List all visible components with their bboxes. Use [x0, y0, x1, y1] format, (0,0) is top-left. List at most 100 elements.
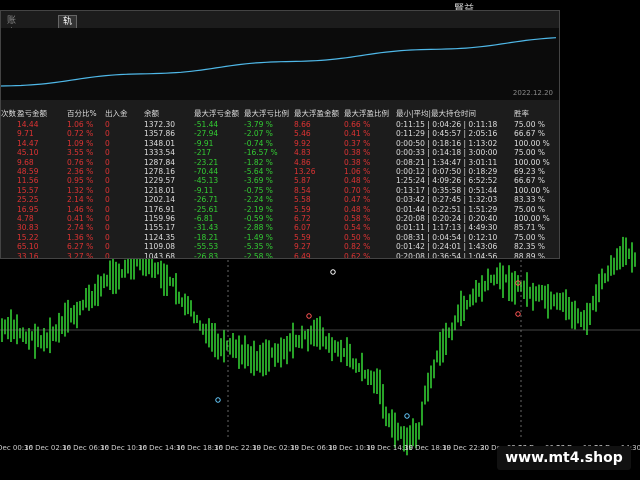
table-cell: 0:08:21 | 1:34:47 | 3:01:11 — [396, 157, 498, 167]
table-cell: 0:08:31 | 0:04:54 | 0:12:10 — [396, 232, 498, 242]
table-cell: -9.91 — [194, 138, 214, 148]
table-cell: 5.58 — [294, 195, 311, 205]
table-cell: -5.35 % — [244, 242, 273, 252]
table-cell: 1202.14 — [144, 195, 176, 205]
table-cell: 1333.54 — [144, 148, 176, 158]
table-cell: 1218.01 — [144, 185, 176, 195]
table-cell: 0 — [105, 157, 110, 167]
table-cell: 1:25:24 | 4:09:26 | 6:52:52 — [396, 176, 498, 186]
table-cell: 0:20:08 | 0:36:54 | 1:04:56 — [396, 251, 498, 259]
table-cell: 1109.08 — [144, 242, 176, 252]
table-cell: 4.83 — [294, 148, 311, 158]
table-cell: 1176.91 — [144, 204, 176, 214]
tab-track[interactable]: 轨迹 — [58, 15, 78, 39]
table-cell: 2.14 % — [67, 195, 94, 205]
table-cell: 0:13:17 | 0:35:58 | 0:51:44 — [396, 185, 498, 195]
table-cell: -27.94 — [194, 129, 219, 139]
table-header-4: 余额 — [144, 109, 159, 118]
table-cell: 8.66 — [294, 120, 311, 129]
table-cell: 0 — [105, 214, 110, 223]
table-cell: 1.32 % — [67, 185, 94, 195]
table-cell: 1124.35 — [144, 232, 176, 242]
table-cell: 1229.57 — [144, 176, 176, 186]
table-cell: 69.23 % — [514, 167, 545, 176]
trade-marker-icon[interactable] — [515, 311, 521, 317]
trade-marker-icon[interactable] — [306, 313, 312, 319]
table-cell: 9.27 — [294, 242, 311, 252]
trade-markers — [215, 269, 521, 419]
table-cell: 15.22 — [17, 232, 39, 242]
table-cell: -31.43 — [194, 223, 219, 233]
table-cell: 48.59 — [17, 167, 39, 176]
table-cell: 100.00 % — [514, 214, 550, 223]
table-cell: 0.38 % — [344, 148, 371, 158]
table-cell: 0 — [105, 251, 110, 259]
table-cell: 0.70 % — [344, 185, 371, 195]
curve-date-label: 2022.12.20 — [512, 89, 553, 97]
table-cell: 0:01:44 | 0:22:51 | 1:51:29 — [396, 204, 498, 214]
trade-marker-icon[interactable] — [215, 397, 221, 403]
table-cell: 0.58 % — [344, 214, 371, 223]
table-cell: -9.11 — [194, 185, 214, 195]
table-cell: 0.95 % — [67, 176, 94, 186]
table-cell: 6.72 — [294, 214, 311, 223]
table-cell: 0 — [105, 148, 110, 158]
table-cell: -16.57 % — [244, 148, 278, 158]
table-cell: -23.21 — [194, 157, 219, 167]
table-cell: 100.00 % — [514, 157, 550, 167]
table-cell: 0:00:50 | 0:18:16 | 1:13:02 — [396, 138, 498, 148]
table-cell: 0 — [105, 204, 110, 214]
table-header-7: 最大浮盈金额 — [294, 109, 339, 118]
table-header-0: 次数 — [1, 109, 16, 118]
table-cell: 11.56 — [17, 176, 39, 186]
stats-panel: 账户 轨迹 2022.12.20 次数盈亏金额百分比%出入金余额最大浮亏金额最大… — [0, 10, 560, 259]
table-cell: 0 — [105, 138, 110, 148]
table-cell: 25.25 — [17, 195, 39, 205]
tab-account[interactable]: 账户 — [3, 15, 20, 38]
table-cell: 85.71 % — [514, 223, 545, 233]
table-header-2: 百分比% — [67, 109, 97, 118]
table-cell: 14.44 — [17, 120, 39, 129]
table-cell: 2.36 % — [67, 167, 94, 176]
trade-marker-icon[interactable] — [330, 269, 336, 275]
table-cell: 0.47 % — [344, 195, 371, 205]
table-cell: 6.49 — [294, 251, 311, 259]
table-cell: 1.46 % — [67, 204, 94, 214]
table-cell: -2.88 % — [244, 223, 273, 233]
table-cell: 0.66 % — [344, 120, 371, 129]
table-cell: -0.75 % — [244, 185, 273, 195]
table-cell: 2.74 % — [67, 223, 94, 233]
table-cell: 5.46 — [294, 129, 311, 139]
table-cell: -45.13 — [194, 176, 219, 186]
table-cell: -6.81 — [194, 214, 214, 223]
table-cell: -70.44 — [194, 167, 219, 176]
table-cell: 16.95 — [17, 204, 39, 214]
table-cell: 4.78 — [17, 214, 34, 223]
table-cell: 100.00 % — [514, 185, 550, 195]
table-cell: 30.83 — [17, 223, 39, 233]
table-cell: 1278.16 — [144, 167, 176, 176]
table-cell: 0:00:33 | 0:14:18 | 3:00:00 — [396, 148, 498, 158]
table-cell: 3.27 % — [67, 251, 94, 259]
table-cell: 0:20:08 | 0:20:24 | 0:20:40 — [396, 214, 498, 223]
table-cell: 5.59 — [294, 232, 311, 242]
table-cell: 5.87 — [294, 176, 311, 186]
table-cell: 75.00 % — [514, 148, 545, 158]
table-cell: 15.57 — [17, 185, 39, 195]
table-header-8: 最大浮盈比例 — [344, 109, 389, 118]
table-cell: 0.62 % — [344, 251, 371, 259]
table-cell: 0:03:42 | 0:27:45 | 1:32:03 — [396, 195, 498, 205]
table-cell: -51.44 — [194, 120, 219, 129]
table-cell: 83.33 % — [514, 195, 545, 205]
table-cell: -2.19 % — [244, 204, 273, 214]
table-cell: 0:00:12 | 0:07:50 | 0:18:29 — [396, 167, 498, 176]
table-cell: -3.69 % — [244, 176, 273, 186]
table-cell: -26.71 — [194, 195, 219, 205]
table-cell: 0 — [105, 185, 110, 195]
trade-marker-icon[interactable] — [404, 413, 410, 419]
table-header-9: 最小|平均|最大持仓时间 — [396, 109, 477, 118]
table-cell: 0 — [105, 232, 110, 242]
table-cell: 45.10 — [17, 148, 39, 158]
table-header-5: 最大浮亏金额 — [194, 109, 239, 118]
table-cell: 0 — [105, 176, 110, 186]
